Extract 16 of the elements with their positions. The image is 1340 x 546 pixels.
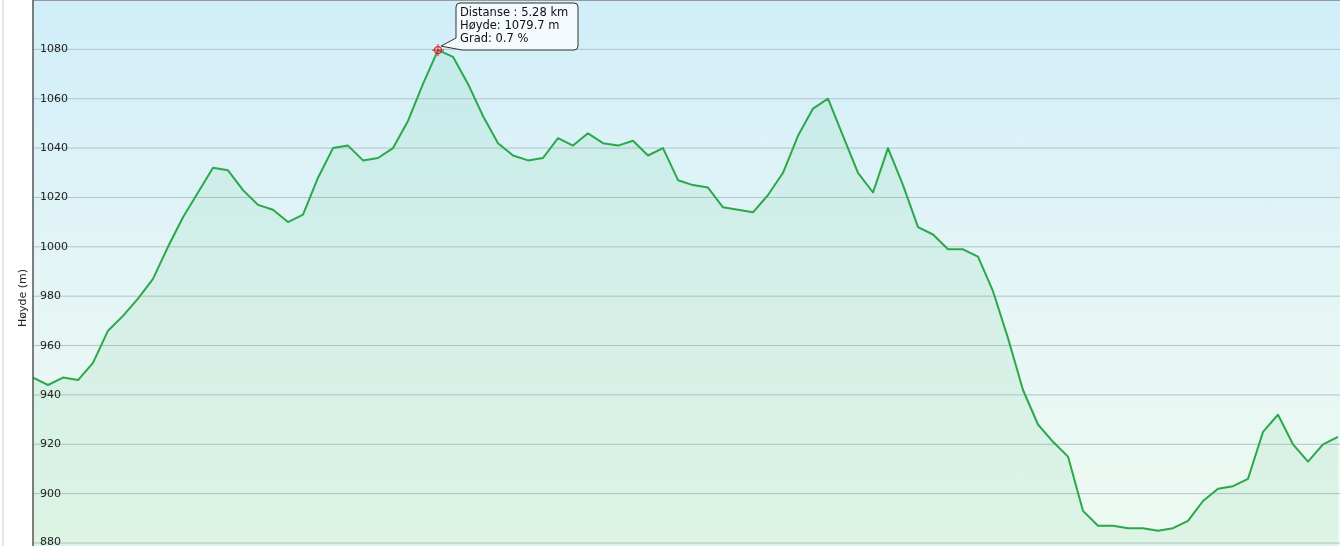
y-tick-label: 980 <box>40 289 61 303</box>
tooltip-text: Grad: 0.7 % <box>460 31 529 45</box>
y-tick-label: 920 <box>40 437 61 451</box>
y-tick-label: 960 <box>40 338 61 352</box>
point-marker-icon <box>431 43 445 57</box>
y-tick-label: 880 <box>40 535 61 546</box>
y-tick-label: 1080 <box>40 42 68 56</box>
y-tick-label: 900 <box>40 486 61 500</box>
y-tick-label: 1020 <box>40 190 68 204</box>
y-tick-label: 1040 <box>40 141 68 155</box>
y-tick-label: 1060 <box>40 91 68 105</box>
y-axis-title: Høyde (m) <box>16 268 29 328</box>
tooltip-text: Distanse : 5.28 km <box>460 5 569 19</box>
y-tick-label: 1000 <box>40 239 68 253</box>
tooltip-text: Høyde: 1079.7 m <box>460 18 560 32</box>
y-tick-label: 940 <box>40 387 61 401</box>
